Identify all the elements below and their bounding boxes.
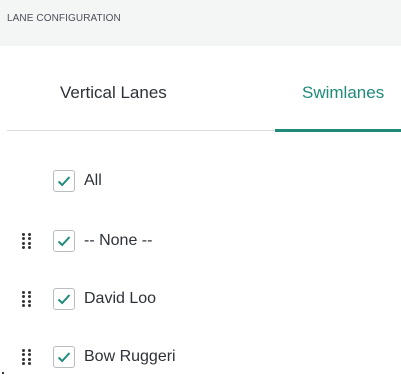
tab-vertical-lanes[interactable]: Vertical Lanes [60,83,167,103]
stray-dot [2,372,4,374]
lane-row-all: All [0,164,401,198]
lane-label: Bow Ruggeri [84,348,176,365]
active-tab-indicator [275,129,401,132]
lane-label: All [84,172,102,189]
checkmark-icon [57,176,71,187]
lane-row-none: -- None -- [0,224,401,258]
drag-handle-icon[interactable] [22,291,32,307]
tab-swimlanes[interactable]: Swimlanes [302,83,384,103]
lane-checkbox-bow-ruggeri[interactable] [53,346,75,368]
lane-row-bow-ruggeri: Bow Ruggeri [0,340,401,374]
drag-handle-icon[interactable] [22,233,32,249]
checkmark-icon [57,294,71,305]
lane-label: -- None -- [84,232,153,249]
lane-checkbox-none[interactable] [53,230,75,252]
checkmark-icon [57,236,71,247]
checkmark-icon [57,352,71,363]
lane-checkbox-all[interactable] [53,170,75,192]
lane-label: David Loo [84,290,157,307]
panel-header: LANE CONFIGURATION [0,0,401,46]
lane-checkbox-david-loo[interactable] [53,288,75,310]
drag-handle-icon[interactable] [22,349,32,365]
lane-row-david-loo: David Loo [0,282,401,316]
tab-bar: Vertical Lanes Swimlanes [0,46,401,138]
panel-title: LANE CONFIGURATION [7,13,121,24]
